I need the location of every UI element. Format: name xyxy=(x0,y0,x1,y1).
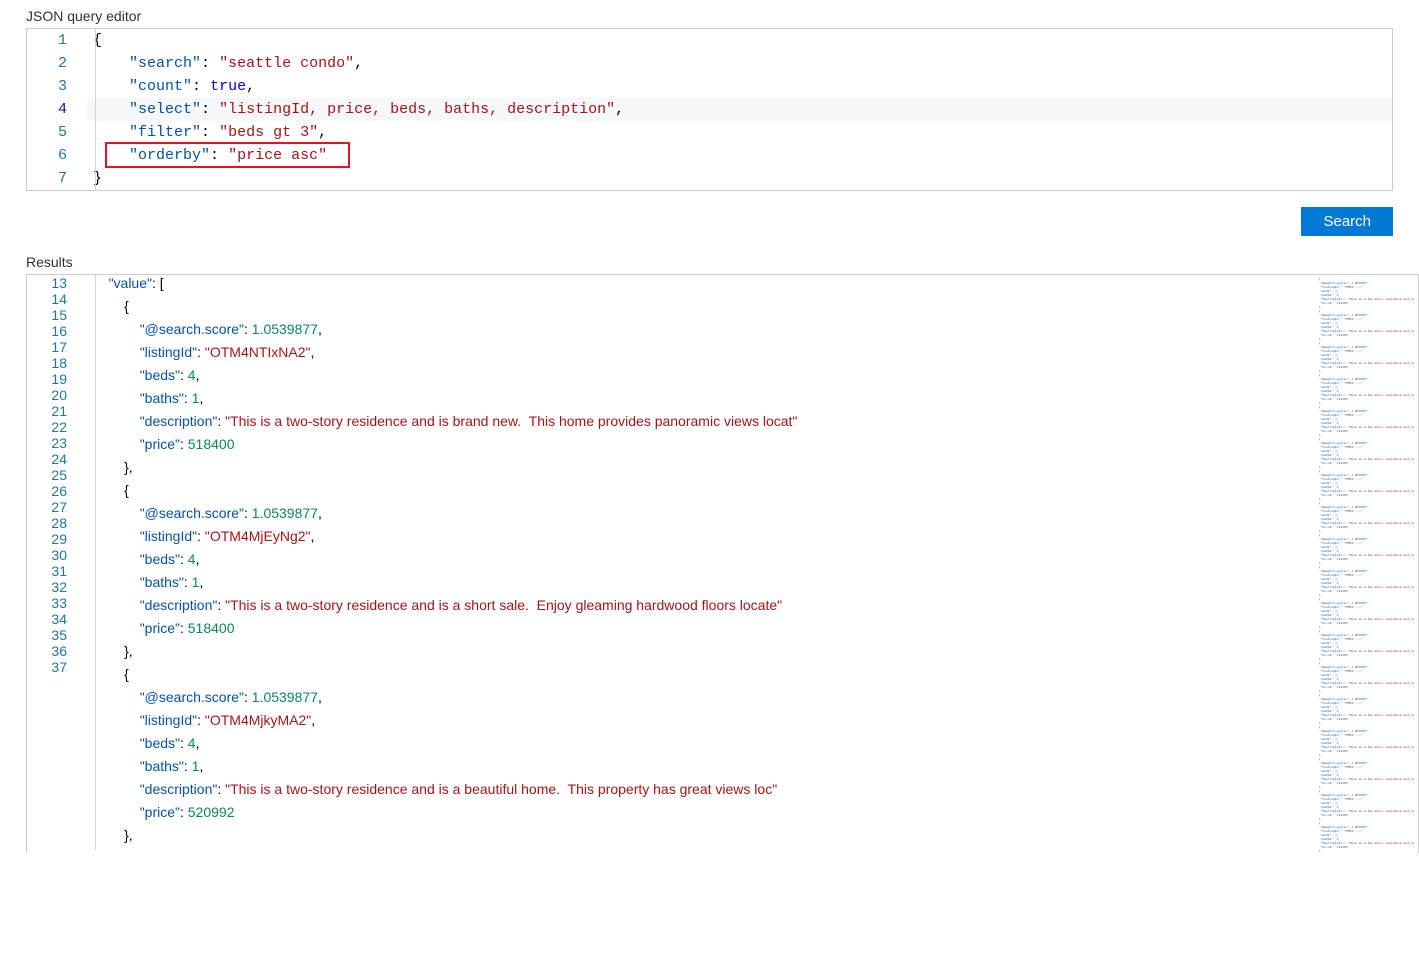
search-button[interactable]: Search xyxy=(1301,207,1393,236)
results-panel: 1314151617181920212223242526272829303132… xyxy=(26,274,1419,853)
results-label: Results xyxy=(0,246,1419,274)
query-gutter: 1234567 xyxy=(27,29,87,190)
query-code[interactable]: { "search": "seattle condo", "count": tr… xyxy=(87,29,1392,190)
results-gutter: 1314151617181920212223242526272829303132… xyxy=(27,275,87,853)
minimap[interactable]: { "@search.score": 1.0539877, "listingId… xyxy=(1313,275,1418,853)
query-editor-label: JSON query editor xyxy=(0,0,1419,28)
results-code[interactable]: "value": [ { "@search.score": 1.0539877,… xyxy=(87,275,1313,853)
query-editor[interactable]: 1234567 { "search": "seattle condo", "co… xyxy=(26,28,1393,191)
